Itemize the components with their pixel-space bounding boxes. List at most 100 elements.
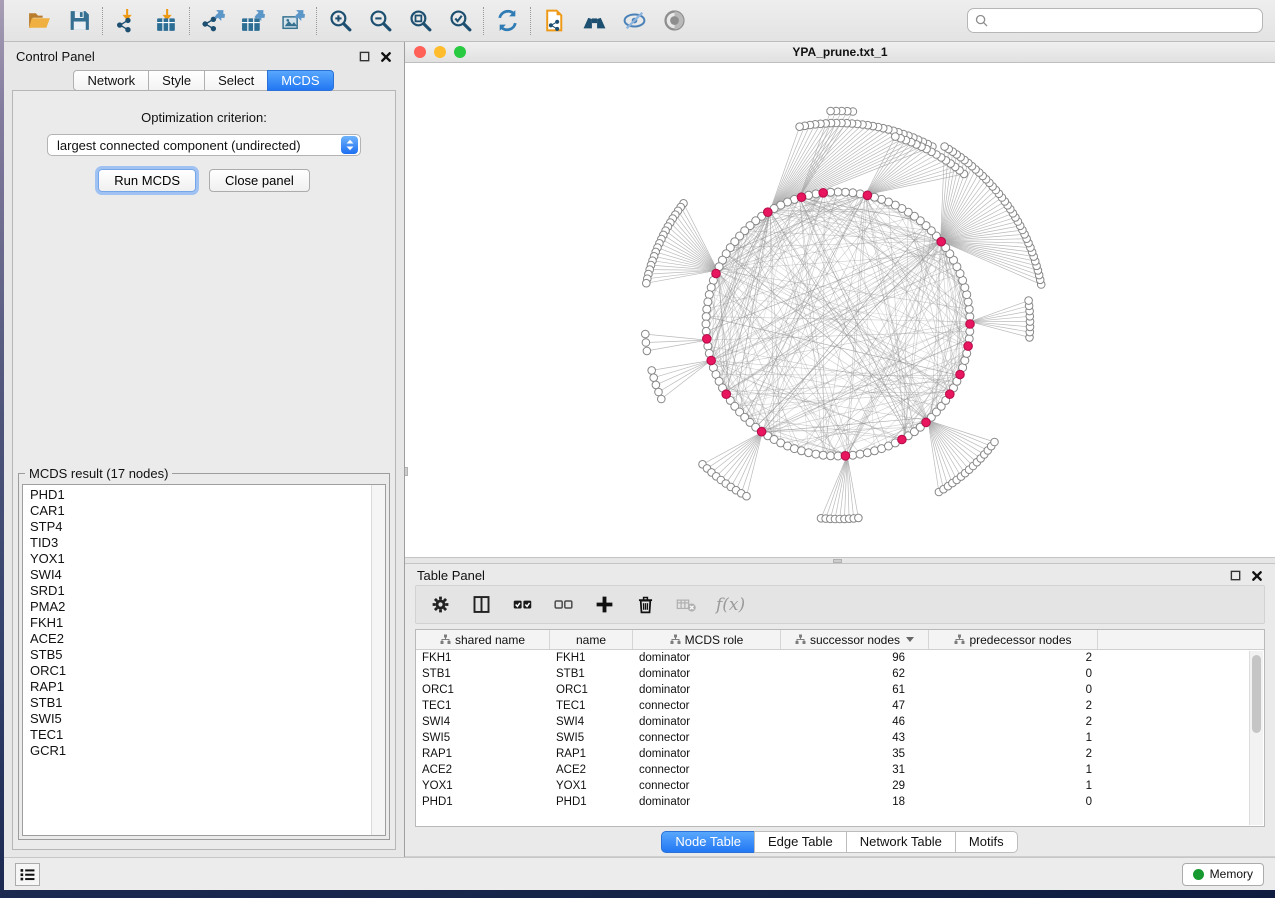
tab-style[interactable]: Style — [148, 70, 205, 91]
mcds-node-item[interactable]: PHD1 — [30, 487, 371, 503]
search-box[interactable] — [967, 8, 1263, 33]
tab-motifs[interactable]: Motifs — [955, 831, 1018, 853]
cell-MCDS-role[interactable]: connector — [633, 732, 781, 744]
cell-shared-name[interactable]: RAP1 — [416, 748, 550, 760]
column-header-predecessor-nodes[interactable]: predecessor nodes — [929, 630, 1098, 649]
zoom-fit-icon[interactable] — [407, 8, 433, 34]
column-header-successor-nodes[interactable]: successor nodes — [781, 630, 929, 649]
cell-predecessor-nodes[interactable]: 2 — [929, 700, 1098, 712]
cell-successor-nodes[interactable]: 96 — [781, 652, 929, 664]
cell-MCDS-role[interactable]: connector — [633, 700, 781, 712]
tab-network[interactable]: Network — [73, 70, 149, 91]
run-mcds-button[interactable]: Run MCDS — [98, 169, 196, 192]
cell-successor-nodes[interactable]: 29 — [781, 780, 929, 792]
table-row[interactable]: ORC1ORC1dominator610 — [416, 682, 1264, 698]
cell-predecessor-nodes[interactable]: 0 — [929, 668, 1098, 680]
tab-mcds[interactable]: MCDS — [267, 70, 333, 91]
cell-predecessor-nodes[interactable]: 1 — [929, 764, 1098, 776]
network-graph[interactable] — [405, 63, 1274, 557]
select-all-checkboxes-icon[interactable] — [511, 594, 533, 616]
import-table-icon[interactable] — [153, 8, 179, 34]
cell-shared-name[interactable]: YOX1 — [416, 780, 550, 792]
column-header-name[interactable]: name — [550, 630, 633, 649]
cell-shared-name[interactable]: SWI4 — [416, 716, 550, 728]
cell-shared-name[interactable]: STB1 — [416, 668, 550, 680]
mcds-node-item[interactable]: SWI5 — [30, 711, 371, 727]
mcds-result-list[interactable]: PHD1CAR1STP4TID3YOX1SWI4SRD1PMA2FKH1ACE2… — [22, 484, 386, 836]
table-scrollbar[interactable] — [1249, 651, 1263, 825]
show-columns-icon[interactable] — [470, 594, 492, 616]
cell-successor-nodes[interactable]: 43 — [781, 732, 929, 744]
settings-gear-icon[interactable] — [429, 594, 451, 616]
hide-eye-icon[interactable] — [621, 8, 647, 34]
cell-shared-name[interactable]: TEC1 — [416, 700, 550, 712]
table-row[interactable]: RAP1RAP1dominator352 — [416, 746, 1264, 762]
criterion-select[interactable]: largest connected component (undirected) — [47, 134, 361, 156]
minimize-window-icon[interactable] — [434, 46, 446, 58]
cell-shared-name[interactable]: SWI5 — [416, 732, 550, 744]
cell-name[interactable]: TEC1 — [550, 700, 633, 712]
cell-predecessor-nodes[interactable]: 0 — [929, 684, 1098, 696]
cell-MCDS-role[interactable]: dominator — [633, 748, 781, 760]
cell-successor-nodes[interactable]: 61 — [781, 684, 929, 696]
network-canvas[interactable] — [405, 63, 1275, 557]
mcds-node-item[interactable]: PMA2 — [30, 599, 371, 615]
mcds-node-item[interactable]: TID3 — [30, 535, 371, 551]
export-image-icon[interactable] — [280, 8, 306, 34]
mcds-node-item[interactable]: STB1 — [30, 695, 371, 711]
cell-predecessor-nodes[interactable]: 2 — [929, 748, 1098, 760]
cell-successor-nodes[interactable]: 31 — [781, 764, 929, 776]
cell-shared-name[interactable]: ACE2 — [416, 764, 550, 776]
save-session-icon[interactable] — [66, 8, 92, 34]
cell-MCDS-role[interactable]: dominator — [633, 668, 781, 680]
tab-network-table[interactable]: Network Table — [846, 831, 956, 853]
cell-name[interactable]: ORC1 — [550, 684, 633, 696]
cell-successor-nodes[interactable]: 46 — [781, 716, 929, 728]
cell-name[interactable]: PHD1 — [550, 796, 633, 808]
search-input[interactable] — [993, 14, 1255, 28]
tab-node-table[interactable]: Node Table — [661, 831, 755, 853]
delete-columns-icon[interactable] — [634, 594, 656, 616]
mcds-node-item[interactable]: STP4 — [30, 519, 371, 535]
close-table-panel-icon[interactable] — [1251, 570, 1263, 582]
mcds-node-item[interactable]: RAP1 — [30, 679, 371, 695]
export-table-icon[interactable] — [240, 8, 266, 34]
table-row[interactable]: ACE2ACE2connector311 — [416, 762, 1264, 778]
close-window-icon[interactable] — [414, 46, 426, 58]
cell-successor-nodes[interactable]: 62 — [781, 668, 929, 680]
clone-network-icon[interactable] — [541, 8, 567, 34]
horizontal-splitter[interactable] — [405, 557, 1275, 564]
import-network-icon[interactable] — [113, 8, 139, 34]
table-row[interactable]: TEC1TEC1connector472 — [416, 698, 1264, 714]
cell-MCDS-role[interactable]: dominator — [633, 796, 781, 808]
add-column-icon[interactable] — [593, 594, 615, 616]
column-header-shared-name[interactable]: shared name — [416, 630, 550, 649]
cell-successor-nodes[interactable]: 18 — [781, 796, 929, 808]
deselect-all-checkboxes-icon[interactable] — [552, 594, 574, 616]
zoom-out-icon[interactable] — [367, 8, 393, 34]
task-history-button[interactable] — [15, 863, 40, 886]
mcds-node-item[interactable]: STB5 — [30, 647, 371, 663]
cell-shared-name[interactable]: PHD1 — [416, 796, 550, 808]
export-network-icon[interactable] — [200, 8, 226, 34]
table-row[interactable]: SWI5SWI5connector431 — [416, 730, 1264, 746]
cell-predecessor-nodes[interactable]: 1 — [929, 732, 1098, 744]
vertical-splitter-grip[interactable] — [405, 467, 408, 476]
zoom-in-icon[interactable] — [327, 8, 353, 34]
cell-name[interactable]: ACE2 — [550, 764, 633, 776]
mcds-node-item[interactable]: TEC1 — [30, 727, 371, 743]
mcds-node-item[interactable]: GCR1 — [30, 743, 371, 759]
mcds-node-item[interactable]: FKH1 — [30, 615, 371, 631]
cell-shared-name[interactable]: ORC1 — [416, 684, 550, 696]
table-row[interactable]: FKH1FKH1dominator962 — [416, 650, 1264, 666]
cell-MCDS-role[interactable]: dominator — [633, 652, 781, 664]
cell-MCDS-role[interactable]: connector — [633, 764, 781, 776]
memory-button[interactable]: Memory — [1182, 863, 1264, 886]
float-table-panel-icon[interactable] — [1230, 570, 1242, 582]
close-panel-button[interactable]: Close panel — [209, 169, 310, 192]
table-row[interactable]: STB1STB1dominator620 — [416, 666, 1264, 682]
zoom-selected-icon[interactable] — [447, 8, 473, 34]
cell-name[interactable]: SWI5 — [550, 732, 633, 744]
refresh-icon[interactable] — [494, 8, 520, 34]
cell-successor-nodes[interactable]: 47 — [781, 700, 929, 712]
